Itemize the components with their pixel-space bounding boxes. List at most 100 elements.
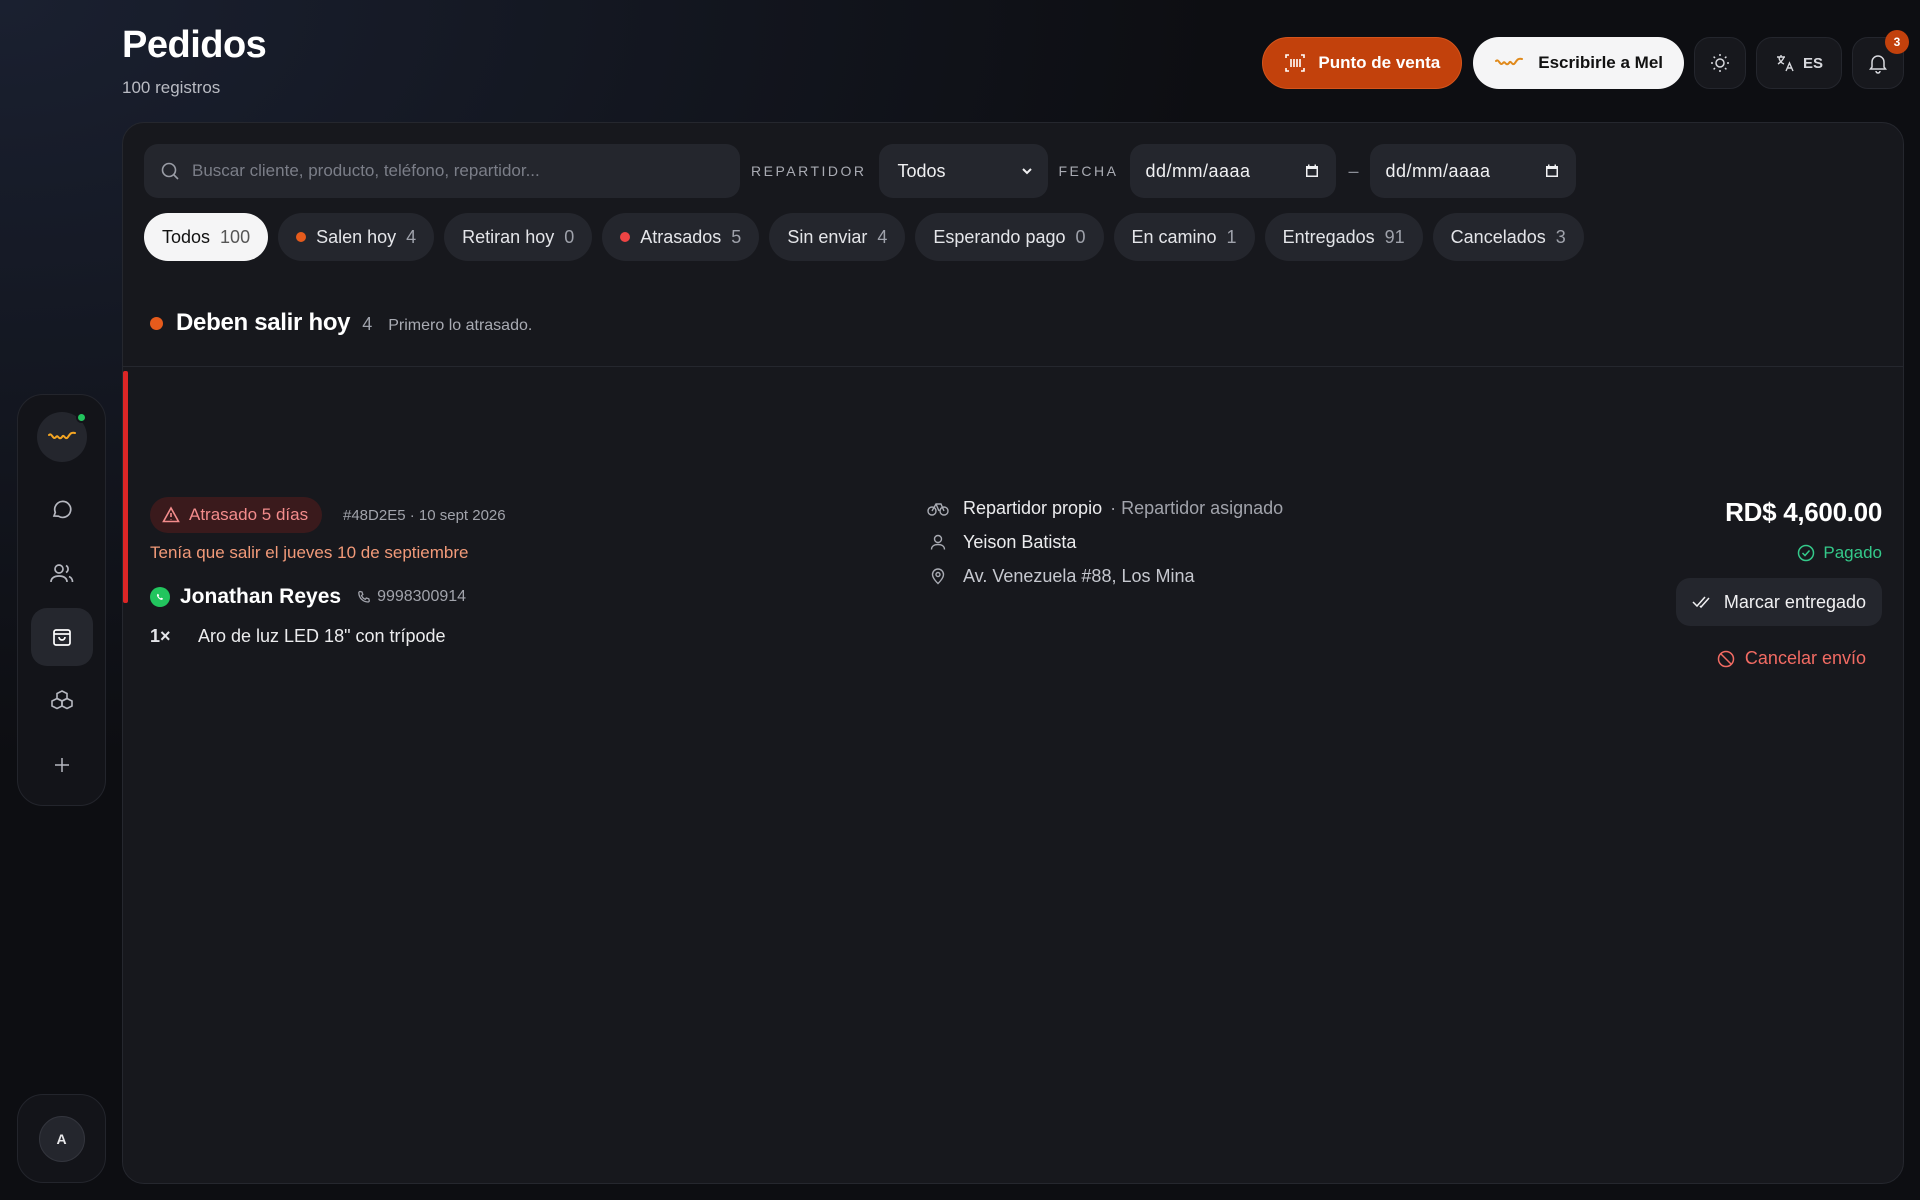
chip-esperando-pago[interactable]: Esperando pago 0 <box>915 213 1104 261</box>
sidebar <box>17 394 106 806</box>
courier-select[interactable]: Todos <box>878 144 1048 198</box>
sidebar-item-orders[interactable] <box>30 608 93 666</box>
status-dot <box>296 232 307 242</box>
section-title: Deben salir hoy <box>176 309 351 336</box>
chip-label: Esperando pago <box>933 226 1066 247</box>
chip-count: 5 <box>731 226 742 247</box>
chip-atrasados[interactable]: Atrasados 5 <box>602 213 760 261</box>
user-menu: A <box>17 1094 106 1183</box>
calendar-icon <box>1306 164 1319 177</box>
sun-icon <box>1711 54 1729 72</box>
courier-filter-label: REPARTIDOR <box>751 163 867 179</box>
mark-delivered-button[interactable]: Marcar entregado <box>1675 578 1882 626</box>
write-to-mel-button[interactable]: Escribirle a Mel <box>1473 37 1684 89</box>
chip-count: 91 <box>1384 226 1405 247</box>
chip-label: Cancelados <box>1450 226 1546 247</box>
courier-select-value: Todos <box>897 160 946 181</box>
address-row: Av. Venezuela #88, Los Mina <box>927 559 1283 593</box>
chip-salen-hoy[interactable]: Salen hoy 4 <box>278 213 435 261</box>
customer-phone[interactable]: 9998300914 <box>357 588 466 606</box>
record-count: 100 registros <box>122 78 221 97</box>
cancel-label: Cancelar envío <box>1744 648 1866 668</box>
sidebar-item-add[interactable] <box>31 736 93 794</box>
chip-label: Entregados <box>1282 226 1375 247</box>
theme-toggle-button[interactable] <box>1694 37 1746 89</box>
address: Av. Venezuela #88, Los Mina <box>963 565 1195 586</box>
shipping-info: Repartidor propio · Repartidor asignado Y… <box>927 491 1283 593</box>
boxes-icon <box>50 690 73 710</box>
chat-icon <box>52 500 71 519</box>
order-meta: #48D2E5 · 10 sept 2026 <box>343 507 506 524</box>
sidebar-item-customers[interactable] <box>31 544 93 602</box>
ship-status: · Repartidor asignado <box>1110 497 1284 518</box>
chip-count: 0 <box>1075 226 1086 247</box>
order-actions: RD$ 4,600.00 Pagado Marcar entregado Can… <box>1675 497 1882 669</box>
list-item: 1× Aro de luz LED 18" con trípode <box>150 622 446 650</box>
brand-logo[interactable] <box>36 412 87 462</box>
due-note: Tenía que salir el jueves 10 de septiemb… <box>150 543 469 562</box>
courier-name: Yeison Batista <box>963 531 1077 552</box>
point-of-sale-label: Punto de venta <box>1318 53 1441 72</box>
language-button[interactable]: ES <box>1756 37 1842 89</box>
chip-cancelados[interactable]: Cancelados 3 <box>1432 213 1584 261</box>
order-items: 1× Aro de luz LED 18" con trípode <box>150 622 446 650</box>
plus-icon <box>54 758 69 772</box>
status-filter-chips: Todos 100 Salen hoy 4 Retiran hoy 0 Atrasad… <box>144 213 1584 261</box>
bell-icon <box>1869 55 1887 74</box>
whatsapp-icon[interactable] <box>150 587 170 607</box>
chip-retiran-hoy[interactable]: Retiran hoy 0 <box>444 213 593 261</box>
chevron-down-icon <box>1021 168 1032 175</box>
map-pin-icon <box>931 568 945 585</box>
date-to-input[interactable]: dd/mm/aaaa <box>1370 144 1577 198</box>
mel-logo-icon <box>1495 57 1524 66</box>
chip-label: Retiran hoy <box>462 226 555 247</box>
customer-name[interactable]: Jonathan Reyes <box>180 585 341 609</box>
sidebar-item-products[interactable] <box>31 672 93 730</box>
point-of-sale-button[interactable]: Punto de venta <box>1262 37 1463 89</box>
chip-label: Todos <box>162 226 211 247</box>
section-status-dot <box>150 316 163 330</box>
avatar[interactable]: A <box>38 1115 85 1162</box>
late-badge: Atrasado 5 días <box>150 497 323 533</box>
chip-sin-enviar[interactable]: Sin enviar 4 <box>769 213 906 261</box>
ban-icon <box>1717 650 1735 667</box>
sidebar-item-chats[interactable] <box>31 480 93 538</box>
chip-todos[interactable]: Todos 100 <box>144 213 269 261</box>
warning-icon <box>162 506 180 523</box>
chip-entregados[interactable]: Entregados 91 <box>1264 213 1423 261</box>
search-input[interactable] <box>192 161 712 181</box>
date-filter-label: FECHA <box>1058 163 1119 179</box>
order-card[interactable]: Atrasado 5 días #48D2E5 · 10 sept 2026 T… <box>123 366 1903 668</box>
ship-method: Repartidor propio <box>963 497 1103 518</box>
cancel-shipping-button[interactable]: Cancelar envío <box>1717 648 1866 669</box>
order-total: RD$ 4,600.00 <box>1725 497 1882 527</box>
chip-label: En camino <box>1131 226 1217 247</box>
phone-icon <box>358 590 371 603</box>
chip-count: 1 <box>1226 226 1237 247</box>
calendar-icon <box>1546 164 1559 177</box>
section-count: 4 <box>362 314 373 334</box>
check-circle-icon <box>1798 544 1815 562</box>
courier-row: Yeison Batista <box>927 525 1283 559</box>
chip-en-camino[interactable]: En camino 1 <box>1113 213 1255 261</box>
orders-panel: REPARTIDOR Todos FECHA dd/mm/aaaa – dd/m… <box>122 122 1904 1184</box>
shopping-bag-icon <box>52 629 71 646</box>
date-from-input[interactable]: dd/mm/aaaa <box>1130 144 1337 198</box>
chip-count: 0 <box>564 226 575 247</box>
late-label: Atrasado 5 días <box>189 505 309 524</box>
date-from-value: dd/mm/aaaa <box>1145 160 1251 181</box>
translate-icon <box>1776 55 1794 72</box>
write-to-mel-label: Escribirle a Mel <box>1538 53 1663 72</box>
notification-badge: 3 <box>1885 30 1909 54</box>
section-header: Deben salir hoy 4 Primero lo atrasado. <box>150 309 532 337</box>
chip-count: 100 <box>220 226 251 247</box>
chip-label: Atrasados <box>640 226 722 247</box>
header-actions: Punto de venta Escribirle a Mel ES 3 <box>1262 30 1909 89</box>
section-hint: Primero lo atrasado. <box>388 317 533 334</box>
notifications-button[interactable]: 3 <box>1852 30 1909 89</box>
item-name: Aro de luz LED 18" con trípode <box>198 625 446 646</box>
filter-bar: REPARTIDOR Todos FECHA dd/mm/aaaa – dd/m… <box>144 144 1577 198</box>
date-range-separator: – <box>1348 160 1359 181</box>
chip-count: 4 <box>877 226 888 247</box>
bicycle-icon <box>927 503 949 516</box>
